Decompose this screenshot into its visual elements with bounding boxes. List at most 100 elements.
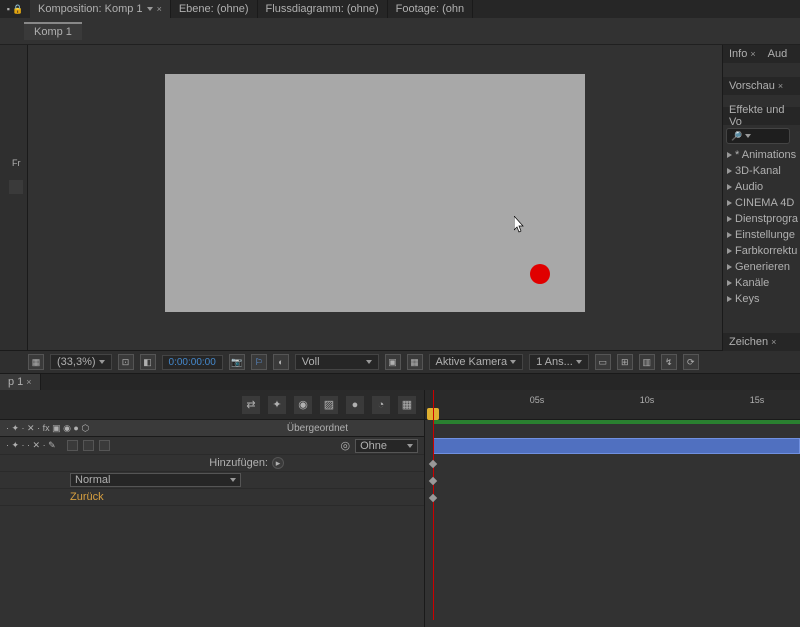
fast-preview-icon[interactable]: ▥ [639, 354, 655, 370]
resolution-dropdown[interactable]: Voll [295, 354, 379, 370]
expand-icon [727, 248, 732, 254]
comp-name-tab[interactable]: Komp 1 [24, 22, 82, 40]
blend-mode-dropdown[interactable]: Normal [70, 473, 241, 487]
effect-category[interactable]: 3D-Kanal [723, 163, 800, 179]
tab-aud[interactable]: Aud [762, 45, 794, 63]
camera-icon[interactable]: 📷 [229, 354, 245, 370]
effect-category[interactable]: Generieren [723, 259, 800, 275]
ruler-tick: 05s [530, 395, 545, 405]
tab-flowchart[interactable]: Flussdiagramm: (ohne) [258, 0, 388, 18]
effect-category[interactable]: CINEMA 4D [723, 195, 800, 211]
effect-category[interactable]: Farbkorrektu [723, 243, 800, 259]
viewer-toolbar: ▦ (33,3%) ⊡ ◧ 0:00:00:00 📷 ⚐ ◐ Voll ▣ ▦ … [0, 350, 800, 374]
timeline-tools: ⇄ ✦ ◉ ▨ ● ◔ ▦ [0, 390, 424, 420]
grid-icon[interactable]: ▦ [28, 354, 44, 370]
keyframe-icon[interactable] [429, 494, 437, 502]
effect-category[interactable]: * Animations [723, 147, 800, 163]
effect-category[interactable]: Kanäle [723, 275, 800, 291]
close-icon[interactable]: × [26, 377, 31, 387]
tab-info[interactable]: Info × [723, 45, 762, 63]
region-icon[interactable]: ▣ [385, 354, 401, 370]
fx-icon[interactable]: ✦ [268, 396, 286, 414]
layer-switch[interactable] [67, 440, 78, 451]
dropdown-icon [147, 7, 153, 11]
timeline-tab[interactable]: p 1 × [0, 374, 41, 390]
expand-icon [727, 184, 732, 190]
comp-bar: Komp 1 [0, 18, 800, 45]
expand-icon [727, 296, 732, 302]
layer-bar[interactable] [433, 438, 800, 454]
tab-effects[interactable]: Effekte und Vo [723, 107, 800, 125]
property-row[interactable]: Zurück [0, 489, 424, 506]
canvas[interactable] [165, 74, 585, 312]
layer-row[interactable]: · ✦ · · ✕ · ✎ ◎ Ohne [0, 437, 424, 455]
tab-layer[interactable]: Ebene: (ohne) [171, 0, 258, 18]
effect-category[interactable]: Einstellunge [723, 227, 800, 243]
close-icon[interactable]: × [771, 337, 776, 347]
playhead-line[interactable] [433, 390, 434, 620]
effect-category[interactable]: Dienstprogra [723, 211, 800, 227]
close-icon[interactable]: × [778, 81, 783, 91]
parent-dropdown[interactable]: Ohne [355, 439, 418, 453]
add-button[interactable]: ▸ [272, 457, 284, 469]
frame-blend-icon[interactable]: ◉ [294, 396, 312, 414]
layer-switch[interactable] [99, 440, 110, 451]
time-ruler[interactable]: 05s 10s 15s [425, 390, 800, 420]
mouse-cursor-icon [514, 216, 526, 234]
shy-icon[interactable]: ⇄ [242, 396, 260, 414]
tab-preview[interactable]: Vorschau × [723, 77, 789, 95]
tab-composition[interactable]: Komposition: Komp 1 × [30, 0, 171, 18]
color-icon[interactable]: ◐ [273, 354, 289, 370]
layer-switch[interactable] [83, 440, 94, 451]
expand-icon [727, 232, 732, 238]
timecode-field[interactable]: 0:00:00:00 [162, 355, 223, 370]
user-icon[interactable]: ⚐ [251, 354, 267, 370]
refresh-icon[interactable]: ⟳ [683, 354, 699, 370]
effect-category[interactable]: Audio [723, 179, 800, 195]
expand-icon [727, 280, 732, 286]
left-tools-panel: Fr [0, 45, 28, 350]
right-panels: Info × Aud Vorschau × Effekte und Vo 🔎 *… [722, 45, 800, 350]
search-input[interactable]: 🔎 [726, 128, 790, 144]
camera-dropdown[interactable]: Aktive Kamera [429, 354, 524, 370]
parent-link-icon[interactable]: ◎ [340, 439, 350, 452]
views-dropdown[interactable]: 1 Ans... [529, 354, 589, 370]
timeline-tracks[interactable]: 05s 10s 15s [425, 390, 800, 627]
dropdown-icon[interactable] [745, 134, 751, 138]
expand-icon [727, 152, 732, 158]
effects-list: * Animations3D-KanalAudioCINEMA 4DDienst… [723, 147, 800, 307]
effects-search: 🔎 [723, 125, 800, 147]
ruler-tick: 10s [640, 395, 655, 405]
motion-blur-icon[interactable]: ▨ [320, 396, 338, 414]
timeline-tabs: p 1 × [0, 374, 800, 390]
close-icon[interactable]: × [750, 49, 755, 59]
red-shape-dot[interactable] [530, 264, 550, 284]
keyframe-icon[interactable] [429, 477, 437, 485]
mask-icon[interactable]: ◧ [140, 354, 156, 370]
keyframe-icon[interactable] [429, 460, 437, 468]
close-icon[interactable]: × [157, 4, 162, 14]
tab-zeichen[interactable]: Zeichen × [723, 333, 782, 351]
work-area-bar[interactable] [433, 420, 800, 424]
tab-footage[interactable]: Footage: (ohn [388, 0, 474, 18]
brain-icon[interactable]: ● [346, 396, 364, 414]
blend-mode-row[interactable]: Normal [0, 472, 424, 489]
zoom-field[interactable]: (33,3%) [50, 354, 112, 370]
resolution-icon[interactable]: ⊡ [118, 354, 134, 370]
tree-tool-icon[interactable] [9, 180, 23, 194]
graph-icon[interactable]: ◔ [372, 396, 390, 414]
lock-icon: ▪ [7, 4, 10, 14]
document-tabs: ▪ 🔒 Komposition: Komp 1 × Ebene: (ohne) … [0, 0, 800, 18]
expand-icon [727, 168, 732, 174]
pixel-icon[interactable]: ⊞ [617, 354, 633, 370]
effect-category[interactable]: Keys [723, 291, 800, 307]
ruler-tick: 15s [750, 395, 765, 405]
toggle-icon[interactable]: ▭ [595, 354, 611, 370]
render-icon[interactable]: ▦ [398, 396, 416, 414]
expand-icon [727, 200, 732, 206]
layer-header-row: · ✦ · ✕ · fx ▣ ◉ ● ⬡ Übergeordnet [0, 420, 424, 437]
lock-icon-2: 🔒 [12, 4, 23, 15]
transparency-grid-icon[interactable]: ▦ [407, 354, 423, 370]
timeline-icon[interactable]: ↯ [661, 354, 677, 370]
composition-viewer[interactable] [28, 45, 722, 350]
